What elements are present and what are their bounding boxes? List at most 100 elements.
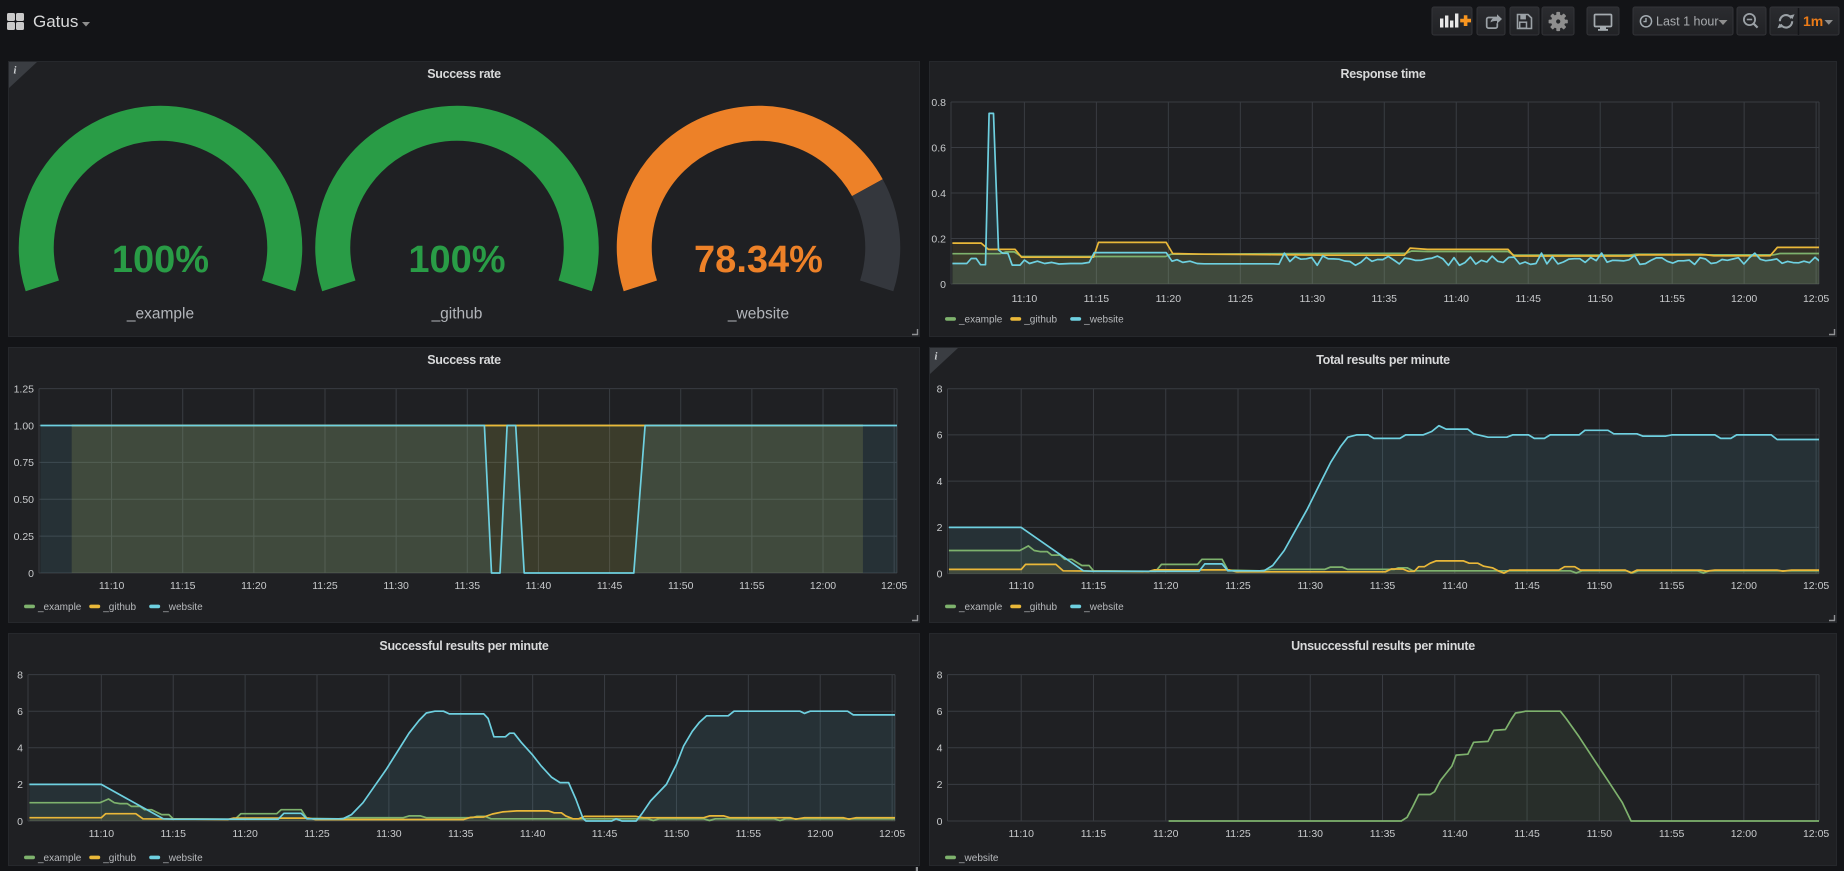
svg-text:8: 8 [937, 384, 943, 396]
svg-text:11:55: 11:55 [1659, 580, 1685, 592]
svg-text:_website: _website [162, 853, 203, 864]
svg-text:_website: _website [1083, 602, 1124, 613]
svg-text:11:50: 11:50 [1587, 293, 1613, 305]
svg-text:Total results per minute: Total results per minute [1316, 353, 1450, 367]
svg-text:12:00: 12:00 [1731, 828, 1757, 840]
svg-text:0: 0 [937, 568, 943, 580]
svg-text:11:50: 11:50 [668, 580, 694, 592]
svg-text:11:55: 11:55 [1659, 828, 1685, 840]
svg-text:12:05: 12:05 [1803, 580, 1829, 592]
svg-text:11:30: 11:30 [1300, 293, 1326, 305]
svg-text:11:20: 11:20 [1153, 828, 1179, 840]
svg-text:2: 2 [937, 779, 943, 791]
svg-text:0: 0 [937, 816, 943, 828]
svg-text:_example: _example [958, 602, 1003, 613]
svg-text:12:05: 12:05 [1803, 828, 1829, 840]
svg-text:11:35: 11:35 [1370, 828, 1396, 840]
svg-text:11:25: 11:25 [1225, 580, 1251, 592]
svg-text:_example: _example [37, 853, 82, 864]
svg-text:Success rate: Success rate [427, 67, 501, 81]
svg-text:11:15: 11:15 [170, 580, 196, 592]
svg-text:_github: _github [102, 602, 136, 613]
svg-text:Unsuccessful results per minut: Unsuccessful results per minute [1291, 639, 1475, 653]
svg-text:12:00: 12:00 [1731, 293, 1757, 305]
svg-text:12:00: 12:00 [1731, 580, 1757, 592]
svg-text:11:10: 11:10 [99, 580, 125, 592]
svg-text:12:00: 12:00 [810, 580, 836, 592]
svg-text:100%: 100% [112, 239, 209, 281]
svg-text:6: 6 [937, 430, 943, 442]
svg-text:11:40: 11:40 [1442, 828, 1468, 840]
svg-text:0.2: 0.2 [931, 233, 946, 245]
svg-text:11:40: 11:40 [1444, 293, 1470, 305]
svg-text:_github: _github [102, 853, 136, 864]
svg-text:_github: _github [1023, 602, 1057, 613]
svg-text:0.8: 0.8 [931, 97, 946, 109]
svg-text:0.6: 0.6 [931, 142, 946, 154]
svg-text:4: 4 [937, 476, 943, 488]
svg-text:100%: 100% [408, 239, 505, 281]
svg-text:11:40: 11:40 [526, 580, 552, 592]
svg-text:11:35: 11:35 [448, 828, 474, 840]
svg-text:11:20: 11:20 [241, 580, 267, 592]
svg-text:11:45: 11:45 [592, 828, 618, 840]
svg-text:_website: _website [727, 306, 789, 323]
svg-text:12:05: 12:05 [879, 828, 905, 840]
svg-text:11:35: 11:35 [455, 580, 481, 592]
svg-text:11:35: 11:35 [1370, 580, 1396, 592]
svg-text:11:40: 11:40 [1442, 580, 1468, 592]
svg-text:11:10: 11:10 [1008, 580, 1034, 592]
svg-text:11:25: 11:25 [1225, 828, 1251, 840]
svg-text:_example: _example [126, 306, 194, 323]
svg-text:8: 8 [937, 669, 943, 681]
svg-text:6: 6 [17, 706, 23, 718]
svg-text:11:45: 11:45 [1515, 293, 1541, 305]
svg-text:11:15: 11:15 [1081, 828, 1107, 840]
svg-text:4: 4 [17, 743, 23, 755]
svg-text:0: 0 [17, 816, 23, 828]
svg-text:1.00: 1.00 [14, 420, 35, 432]
svg-text:0.25: 0.25 [14, 531, 35, 543]
svg-text:11:15: 11:15 [1081, 580, 1107, 592]
svg-text:11:50: 11:50 [664, 828, 690, 840]
svg-text:11:45: 11:45 [1514, 580, 1540, 592]
svg-text:0.50: 0.50 [14, 494, 35, 506]
svg-text:11:20: 11:20 [232, 828, 258, 840]
svg-text:11:15: 11:15 [160, 828, 186, 840]
svg-text:11:10: 11:10 [1012, 293, 1038, 305]
svg-text:Gatus: Gatus [33, 12, 78, 31]
svg-text:0: 0 [28, 568, 34, 580]
svg-text:11:30: 11:30 [1298, 828, 1324, 840]
svg-text:11:35: 11:35 [1372, 293, 1398, 305]
svg-text:8: 8 [17, 669, 23, 681]
svg-text:11:30: 11:30 [383, 580, 409, 592]
svg-text:Success rate: Success rate [427, 353, 501, 367]
svg-text:12:05: 12:05 [881, 580, 907, 592]
svg-text:11:30: 11:30 [1298, 580, 1324, 592]
svg-text:0.75: 0.75 [14, 457, 35, 469]
svg-text:1m: 1m [1803, 13, 1823, 29]
svg-text:0.4: 0.4 [931, 188, 946, 200]
svg-text:Successful results per minute: Successful results per minute [379, 639, 548, 653]
svg-text:_github: _github [1023, 315, 1057, 326]
svg-text:78.34%: 78.34% [694, 239, 823, 281]
svg-text:12:05: 12:05 [1803, 293, 1829, 305]
svg-text:11:20: 11:20 [1156, 293, 1182, 305]
svg-text:_github: _github [431, 306, 483, 323]
svg-text:2: 2 [937, 522, 943, 534]
svg-text:11:55: 11:55 [1659, 293, 1685, 305]
svg-text:Last 1 hour: Last 1 hour [1656, 15, 1719, 29]
svg-text:Response time: Response time [1340, 67, 1425, 81]
svg-text:12:00: 12:00 [807, 828, 833, 840]
svg-text:0: 0 [940, 279, 946, 291]
svg-text:11:55: 11:55 [736, 828, 762, 840]
svg-text:_website: _website [162, 602, 203, 613]
svg-text:11:25: 11:25 [312, 580, 338, 592]
svg-text:_website: _website [1083, 315, 1124, 326]
svg-text:11:25: 11:25 [304, 828, 330, 840]
svg-text:6: 6 [937, 706, 943, 718]
svg-text:4: 4 [937, 743, 943, 755]
svg-text:11:25: 11:25 [1228, 293, 1254, 305]
svg-text:11:50: 11:50 [1587, 580, 1613, 592]
svg-text:11:55: 11:55 [739, 580, 765, 592]
